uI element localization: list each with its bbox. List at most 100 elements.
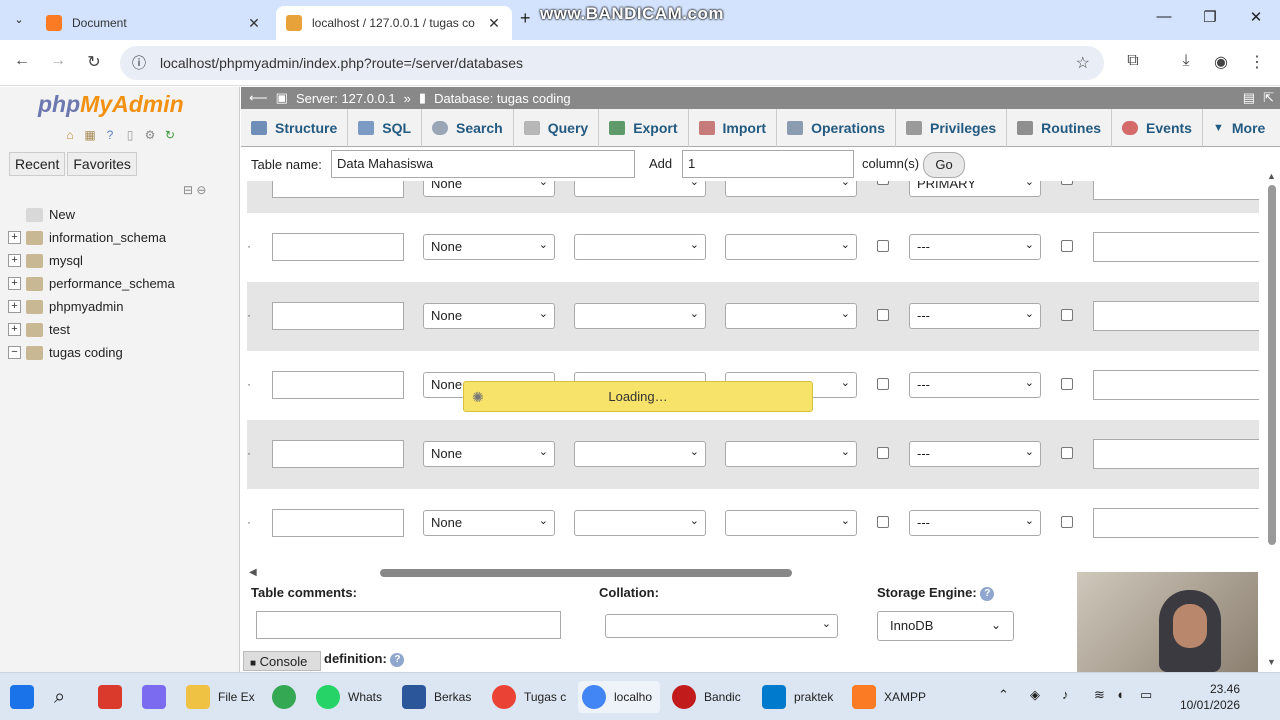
index-select[interactable]: --- ⌄: [909, 441, 1041, 467]
column-name-input[interactable]: [272, 371, 404, 399]
search-button[interactable]: ⌕: [54, 681, 86, 713]
index-select[interactable]: --- ⌄: [909, 510, 1041, 536]
comment-input[interactable]: [1093, 301, 1259, 331]
ai-checkbox[interactable]: [1061, 516, 1073, 528]
index-select[interactable]: PRIMARY ⌄: [909, 181, 1041, 197]
help-icon[interactable]: ?: [102, 127, 118, 143]
taskbar-app-chrome[interactable]: [272, 681, 304, 713]
lock-icon[interactable]: ▤: [1243, 90, 1255, 106]
menu-more[interactable]: ▼ More: [1203, 109, 1275, 147]
expand-icon[interactable]: +: [8, 254, 21, 267]
tree-item-label[interactable]: performance_schema: [49, 276, 175, 291]
menu-operations[interactable]: Operations: [777, 108, 896, 147]
microphone-icon[interactable]: ♪: [1062, 687, 1069, 702]
default-select[interactable]: ⌄: [725, 234, 857, 260]
null-checkbox[interactable]: [877, 181, 889, 185]
close-icon[interactable]: ✕: [486, 15, 502, 32]
tree-item-label[interactable]: phpmyadmin: [49, 299, 123, 314]
column-name-input[interactable]: [272, 302, 404, 330]
menu-sql[interactable]: SQL: [348, 108, 423, 147]
url-text[interactable]: localhost/phpmyadmin/index.php?route=/se…: [160, 55, 523, 71]
expand-icon[interactable]: +: [8, 300, 21, 313]
index-select[interactable]: --- ⌄: [909, 303, 1041, 329]
restore-icon[interactable]: ❐: [1187, 8, 1233, 26]
bookmark-star-icon[interactable]: ☆: [1076, 53, 1090, 73]
back-icon[interactable]: ←: [10, 52, 34, 74]
tab-document[interactable]: Document ✕: [36, 6, 272, 40]
length-select[interactable]: ⌄: [574, 510, 706, 536]
settings-gear-icon[interactable]: ⚙: [142, 127, 158, 143]
column-name-input[interactable]: [272, 181, 404, 198]
ai-checkbox[interactable]: [1061, 309, 1073, 321]
scroll-left-icon[interactable]: ◀: [249, 567, 257, 578]
ai-checkbox[interactable]: [1061, 181, 1073, 185]
type-select[interactable]: None⌄: [423, 441, 555, 467]
system-clock[interactable]: 23.46 10/01/2026: [1170, 681, 1240, 713]
column-name-input[interactable]: [272, 440, 404, 468]
taskbar-app-vscode[interactable]: praktek: [762, 681, 833, 713]
tree-item-tugas-coding[interactable]: − tugas coding: [8, 341, 175, 364]
menu-structure[interactable]: Structure: [241, 108, 349, 147]
null-checkbox[interactable]: [877, 516, 889, 528]
collapse-all-icon[interactable]: ⊟ ⊖: [183, 183, 206, 197]
comment-input[interactable]: [1093, 370, 1259, 400]
default-select[interactable]: ⌄: [725, 510, 857, 536]
window-close-icon[interactable]: ✕: [1233, 8, 1279, 26]
type-select[interactable]: None⌄: [423, 510, 555, 536]
menu-kebab-icon[interactable]: ⋮: [1246, 52, 1268, 72]
null-checkbox[interactable]: [877, 447, 889, 459]
tree-item-label[interactable]: information_schema: [49, 230, 166, 245]
expand-icon[interactable]: +: [8, 231, 21, 244]
index-select[interactable]: --- ⌄: [909, 372, 1041, 398]
tree-item-label[interactable]: tugas coding: [49, 345, 123, 360]
tree-item-label[interactable]: New: [49, 207, 75, 222]
tab-phpmyadmin[interactable]: localhost / 127.0.0.1 / tugas co ✕: [276, 6, 512, 40]
address-bar[interactable]: ⓘ localhost/phpmyadmin/index.php?route=/…: [120, 46, 1104, 80]
table-comments-input[interactable]: [256, 611, 561, 639]
length-select[interactable]: ⌄: [574, 234, 706, 260]
ai-checkbox[interactable]: [1061, 378, 1073, 390]
taskbar-app-bandicam[interactable]: Bandic: [672, 681, 741, 713]
tree-item-phpmyadmin[interactable]: + phpmyadmin: [8, 295, 175, 318]
column-name-input[interactable]: [272, 509, 404, 537]
null-checkbox[interactable]: [877, 309, 889, 321]
forward-icon[interactable]: →: [46, 52, 70, 74]
wifi-icon[interactable]: ≋: [1094, 687, 1105, 703]
expand-icon[interactable]: +: [8, 277, 21, 290]
battery-icon[interactable]: ▭: [1140, 687, 1152, 703]
tray-overflow-icon[interactable]: ⌃: [998, 687, 1009, 703]
maximize-icon[interactable]: ⇱: [1263, 90, 1274, 106]
taskbar-app-office[interactable]: [98, 681, 130, 713]
menu-events[interactable]: Events: [1112, 108, 1203, 147]
taskbar-app-copilot[interactable]: [142, 681, 174, 713]
phpmyadmin-logo[interactable]: phpMyAdmin: [38, 91, 184, 118]
column-name-input[interactable]: [272, 233, 404, 261]
comment-input[interactable]: [1093, 508, 1259, 538]
default-select[interactable]: ⌄: [725, 181, 857, 197]
type-select[interactable]: None⌄: [423, 234, 555, 260]
taskbar-app-xampp[interactable]: XAMPP: [852, 681, 926, 713]
horizontal-scroll-thumb[interactable]: [380, 569, 792, 577]
volume-icon[interactable]: ◖: [1116, 687, 1124, 702]
home-icon[interactable]: ⌂: [62, 127, 78, 143]
breadcrumb-server[interactable]: Server: 127.0.0.1: [296, 91, 396, 106]
tree-item-label[interactable]: mysql: [49, 253, 83, 268]
expand-icon[interactable]: +: [8, 323, 21, 336]
tab-favorites[interactable]: Favorites: [67, 152, 137, 176]
menu-import[interactable]: Import: [689, 108, 778, 147]
null-checkbox[interactable]: [877, 240, 889, 252]
taskbar-app-file-explorer[interactable]: File Ex: [186, 681, 255, 713]
collation-select[interactable]: ⌄: [605, 614, 838, 638]
close-icon[interactable]: ✕: [246, 15, 262, 32]
taskbar-app-word[interactable]: Berkas: [402, 681, 471, 713]
null-checkbox[interactable]: [877, 378, 889, 390]
breadcrumb-back-icon[interactable]: ⟵: [249, 90, 268, 106]
length-select[interactable]: ⌄: [574, 303, 706, 329]
help-icon[interactable]: ?: [980, 586, 995, 601]
ai-checkbox[interactable]: [1061, 447, 1073, 459]
help-icon[interactable]: ?: [390, 652, 405, 667]
type-select[interactable]: None⌄: [423, 181, 555, 197]
type-select[interactable]: None⌄: [423, 303, 555, 329]
length-select[interactable]: ⌄: [574, 181, 706, 197]
taskbar-app-chrome-tugas[interactable]: Tugas c: [492, 681, 566, 713]
